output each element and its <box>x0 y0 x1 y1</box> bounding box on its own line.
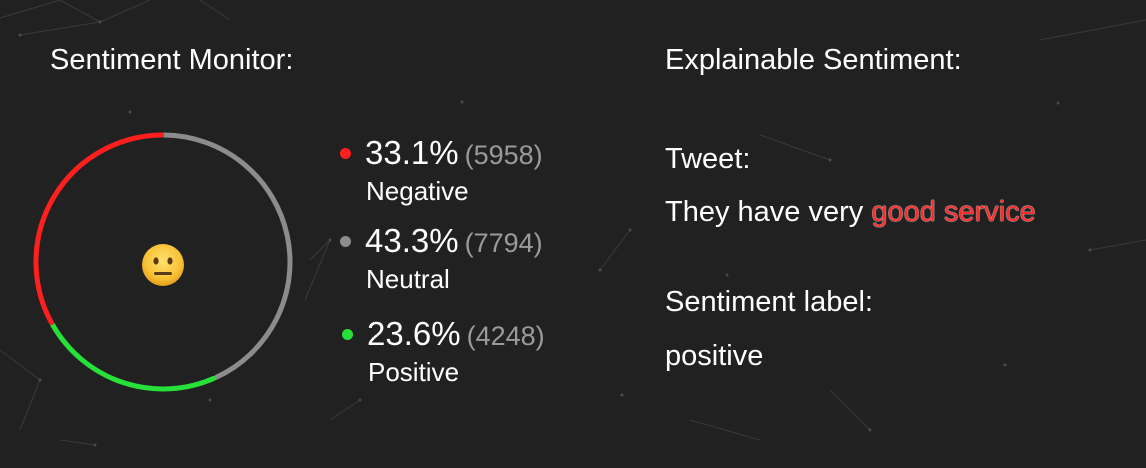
neutral-count: (7794) <box>464 228 543 258</box>
donut-segment-positive <box>50 322 217 392</box>
negative-percent: 33.1% <box>365 134 459 171</box>
sentiment-label-heading: Sentiment label: <box>665 286 873 318</box>
sentiment-dashboard: Sentiment Monitor: Explainable Sentiment… <box>0 0 1146 468</box>
neutral-dot-icon <box>340 236 351 247</box>
legend-neutral-values: 43.3% (7794) <box>365 222 543 260</box>
negative-count: (5958) <box>464 140 543 170</box>
legend-negative-values: 33.1% (5958) <box>365 134 543 172</box>
tweet-text-prefix: They have very <box>665 196 872 228</box>
explainable-sentiment-title: Explainable Sentiment: <box>665 44 962 76</box>
neutral-label: Neutral <box>366 264 450 294</box>
sentiment-monitor-title: Sentiment Monitor: <box>50 44 294 76</box>
donut-segment-negative <box>33 132 165 326</box>
negative-dot-icon <box>340 148 351 159</box>
tweet-label: Tweet: <box>665 143 751 175</box>
sentiment-label-value: positive <box>665 340 764 372</box>
neutral-face-icon <box>142 244 184 286</box>
tweet-highlight: good service <box>871 196 1036 228</box>
negative-label: Negative <box>366 176 469 206</box>
neutral-percent: 43.3% <box>365 222 459 259</box>
positive-percent: 23.6% <box>367 315 461 352</box>
legend-positive-values: 23.6% (4248) <box>367 315 545 353</box>
positive-count: (4248) <box>466 321 545 351</box>
positive-label: Positive <box>368 357 460 387</box>
tweet-text: They have very good service <box>665 196 1036 229</box>
positive-dot-icon <box>342 329 353 340</box>
